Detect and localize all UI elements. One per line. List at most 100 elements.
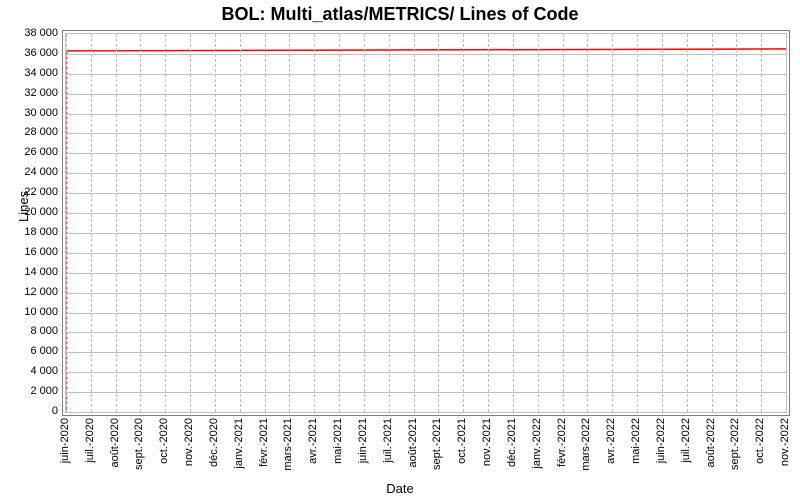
- y-tick-label: 12 000: [0, 286, 58, 298]
- gridline-v: [563, 34, 564, 412]
- gridline-v: [91, 34, 92, 412]
- x-tick-label: févr.-2021: [258, 418, 270, 467]
- gridline-h: [66, 94, 786, 95]
- y-tick-label: 10 000: [0, 306, 58, 318]
- gridline-h: [66, 372, 786, 373]
- x-tick-label: août-2021: [407, 418, 419, 468]
- x-tick-label: sept.-2021: [431, 418, 443, 470]
- x-tick-label: juil.-2022: [680, 418, 692, 463]
- x-tick-label: janv.-2022: [531, 418, 543, 469]
- y-tick-label: 14 000: [0, 266, 58, 278]
- gridline-v: [786, 34, 787, 412]
- x-tick-label: avr.-2022: [605, 418, 617, 464]
- x-tick-label: févr.-2022: [556, 418, 568, 467]
- gridline-v: [215, 34, 216, 412]
- y-tick-label: 18 000: [0, 226, 58, 238]
- y-tick-label: 30 000: [0, 107, 58, 119]
- x-tick-label: oct.-2022: [754, 418, 766, 464]
- gridline-h: [66, 173, 786, 174]
- y-tick-label: 24 000: [0, 166, 58, 178]
- x-tick-label: juil.-2021: [382, 418, 394, 463]
- gridline-h: [66, 332, 786, 333]
- x-tick-label: mars-2022: [580, 418, 592, 471]
- x-tick-label: nov.-2020: [183, 418, 195, 466]
- x-tick-label: mai-2022: [630, 418, 642, 464]
- gridline-h: [66, 133, 786, 134]
- gridline-v: [314, 34, 315, 412]
- gridline-v: [712, 34, 713, 412]
- x-tick-label: mai-2021: [332, 418, 344, 464]
- y-tick-label: 8 000: [0, 325, 58, 337]
- gridline-v: [389, 34, 390, 412]
- y-tick-label: 38 000: [0, 27, 58, 39]
- gridline-v: [587, 34, 588, 412]
- y-tick-label: 34 000: [0, 67, 58, 79]
- line-series: [66, 34, 786, 412]
- y-tick-label: 0: [0, 405, 58, 417]
- y-tick-label: 20 000: [0, 206, 58, 218]
- x-tick-label: juil.-2020: [84, 418, 96, 463]
- gridline-v: [240, 34, 241, 412]
- gridline-v: [364, 34, 365, 412]
- gridline-v: [190, 34, 191, 412]
- gridline-h: [66, 54, 786, 55]
- x-tick-label: mars-2021: [282, 418, 294, 471]
- gridline-v: [140, 34, 141, 412]
- gridline-v: [538, 34, 539, 412]
- x-tick-label: sept.-2022: [729, 418, 741, 470]
- y-tick-label: 32 000: [0, 87, 58, 99]
- gridline-h: [66, 153, 786, 154]
- y-tick-label: 2 000: [0, 385, 58, 397]
- gridline-v: [265, 34, 266, 412]
- gridline-v: [339, 34, 340, 412]
- gridline-v: [289, 34, 290, 412]
- chart-container: BOL: Multi_atlas/METRICS/ Lines of Code …: [0, 0, 800, 500]
- gridline-v: [761, 34, 762, 412]
- x-tick-label: juin-2020: [59, 418, 71, 463]
- gridline-h: [66, 293, 786, 294]
- x-tick-label: août-2020: [109, 418, 121, 468]
- gridline-v: [612, 34, 613, 412]
- gridline-h: [66, 392, 786, 393]
- x-axis-label: Date: [0, 481, 800, 496]
- gridline-v: [736, 34, 737, 412]
- chart-title: BOL: Multi_atlas/METRICS/ Lines of Code: [0, 4, 800, 25]
- gridline-h: [66, 273, 786, 274]
- gridline-v: [414, 34, 415, 412]
- gridline-v: [116, 34, 117, 412]
- gridline-v: [66, 34, 67, 412]
- gridline-v: [438, 34, 439, 412]
- gridline-v: [165, 34, 166, 412]
- gridline-v: [463, 34, 464, 412]
- gridline-v: [662, 34, 663, 412]
- gridline-v: [513, 34, 514, 412]
- y-tick-label: 6 000: [0, 345, 58, 357]
- series-line: [66, 49, 786, 412]
- gridline-h: [66, 193, 786, 194]
- plot-area: [62, 30, 790, 416]
- x-tick-label: déc.-2021: [506, 418, 518, 467]
- y-tick-label: 26 000: [0, 146, 58, 158]
- y-tick-label: 36 000: [0, 47, 58, 59]
- y-tick-label: 28 000: [0, 126, 58, 138]
- gridline-h: [66, 253, 786, 254]
- gridline-h: [66, 74, 786, 75]
- gridline-h: [66, 233, 786, 234]
- gridline-v: [637, 34, 638, 412]
- x-tick-label: déc.-2020: [208, 418, 220, 467]
- x-tick-label: oct.-2021: [456, 418, 468, 464]
- y-tick-label: 22 000: [0, 186, 58, 198]
- x-tick-label: janv.-2021: [233, 418, 245, 469]
- y-tick-label: 4 000: [0, 365, 58, 377]
- x-tick-label: juin-2021: [357, 418, 369, 463]
- gridline-v: [488, 34, 489, 412]
- gridline-v: [687, 34, 688, 412]
- x-tick-label: juin-2022: [655, 418, 667, 463]
- x-tick-label: avr.-2021: [307, 418, 319, 464]
- x-tick-label: sept.-2020: [133, 418, 145, 470]
- x-tick-label: nov.-2022: [779, 418, 791, 466]
- y-tick-label: 16 000: [0, 246, 58, 258]
- gridline-h: [66, 313, 786, 314]
- gridline-h: [66, 352, 786, 353]
- plot-inner: [65, 33, 787, 413]
